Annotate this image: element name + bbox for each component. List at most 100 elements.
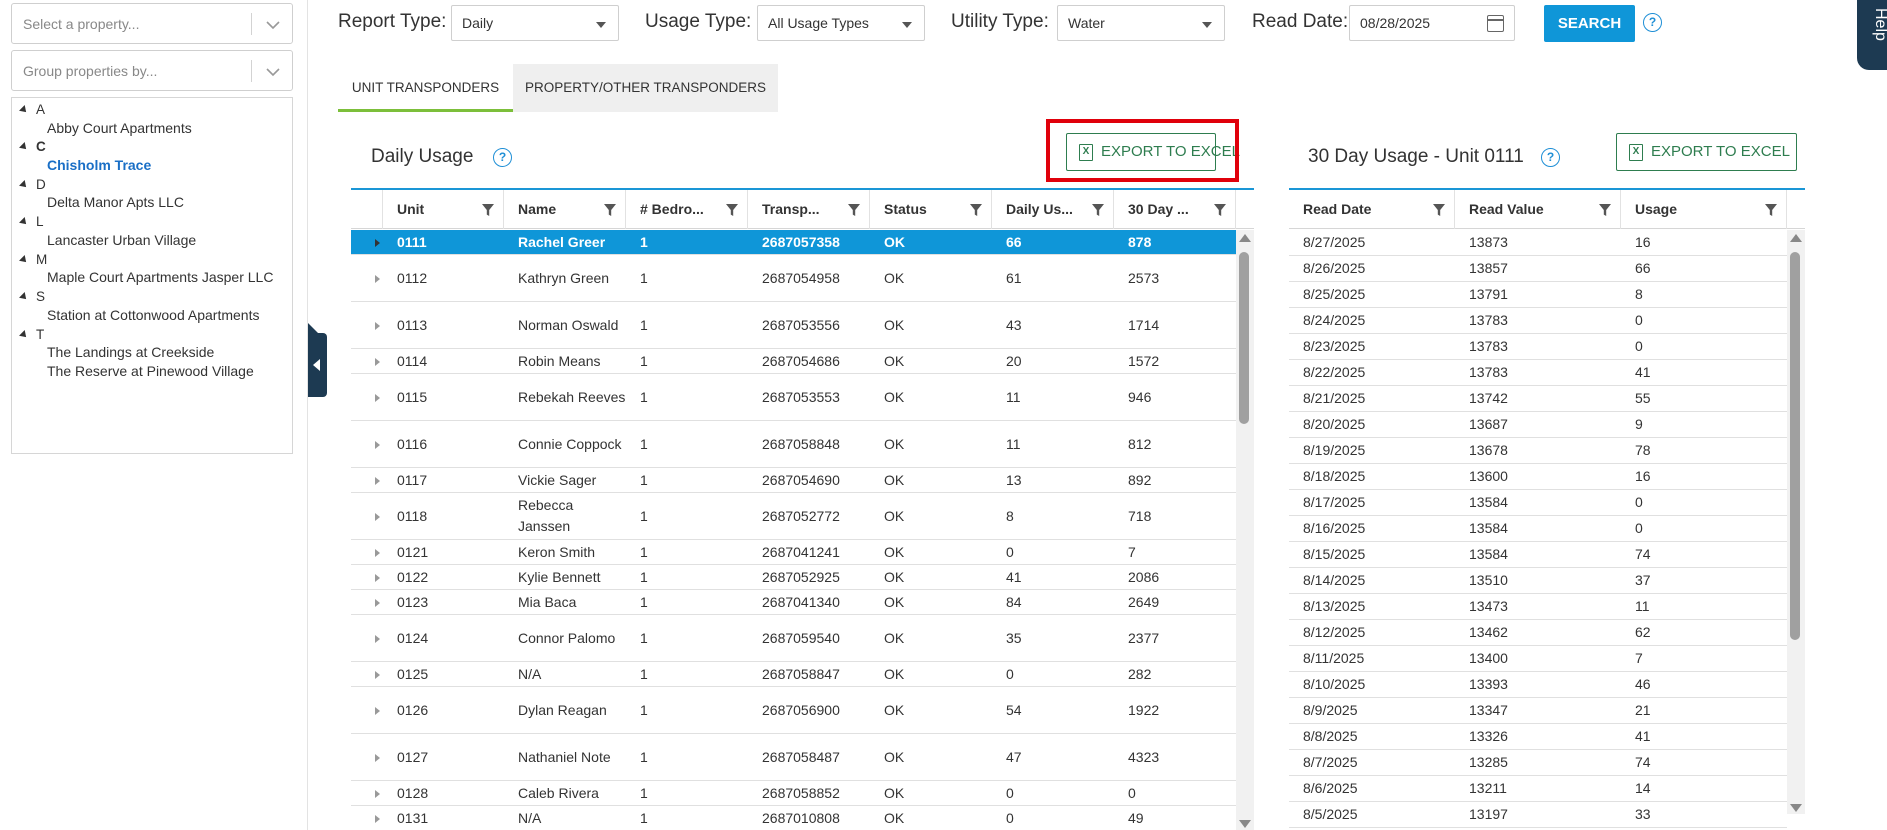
table-row[interactable]: 8/25/2025 13791 8 [1289, 282, 1787, 308]
report-type-select[interactable]: Daily [451, 5, 619, 41]
collapse-panel-button[interactable] [308, 323, 327, 397]
table-row[interactable]: 8/7/2025 13285 74 [1289, 750, 1787, 776]
chevron-down-icon[interactable] [264, 16, 282, 34]
expand-triangle-icon[interactable] [19, 292, 29, 302]
tree-group-header[interactable]: M [19, 252, 47, 267]
table-row[interactable]: 8/20/2025 13687 9 [1289, 412, 1787, 438]
table-row[interactable]: 0112 Kathryn Green 1 2687054958 OK 61 2573 [351, 255, 1236, 302]
table-row[interactable]: 0111 Rachel Greer 1 2687057358 OK 66 878 [351, 230, 1236, 255]
column-header[interactable]: Transp... [748, 190, 870, 229]
tree-group-header[interactable]: L [19, 214, 44, 229]
tab-unit-transponders[interactable]: UNIT TRANSPONDERS [338, 64, 513, 112]
filter-icon[interactable] [603, 203, 617, 217]
table-row[interactable]: 0113 Norman Oswald 1 2687053556 OK 43 1714 [351, 302, 1236, 349]
table-row[interactable]: 8/9/2025 13347 21 [1289, 698, 1787, 724]
table-row[interactable]: 8/5/2025 13197 33 [1289, 802, 1787, 828]
column-header[interactable]: Read Date [1289, 190, 1455, 229]
filter-icon[interactable] [1213, 203, 1227, 217]
utility-type-select[interactable]: Water [1057, 5, 1225, 41]
expand-row-icon[interactable] [375, 321, 380, 330]
expand-triangle-icon[interactable] [19, 330, 29, 340]
table-row[interactable]: 0117 Vickie Sager 1 2687054690 OK 13 892 [351, 468, 1236, 493]
tree-group-header[interactable]: S [19, 289, 45, 304]
scrollbar-thumb[interactable] [1239, 252, 1249, 424]
tree-property-item[interactable]: Chisholm Trace [47, 157, 151, 173]
expand-row-icon[interactable] [375, 753, 380, 762]
table-row[interactable]: 8/15/2025 13584 74 [1289, 542, 1787, 568]
scroll-up-icon[interactable] [1239, 234, 1251, 242]
table-row[interactable]: 8/21/2025 13742 55 [1289, 386, 1787, 412]
filter-icon[interactable] [1091, 203, 1105, 217]
tree-group-header[interactable]: A [19, 102, 45, 117]
table-row[interactable]: 8/8/2025 13326 41 [1289, 724, 1787, 750]
expand-triangle-icon[interactable] [19, 255, 29, 265]
filter-icon[interactable] [1764, 203, 1778, 217]
table-row[interactable]: 0121 Keron Smith 1 2687041241 OK 0 7 [351, 540, 1236, 565]
scroll-up-icon[interactable] [1790, 234, 1802, 242]
expand-row-icon[interactable] [375, 238, 380, 247]
tree-property-item[interactable]: Lancaster Urban Village [47, 232, 196, 248]
table-row[interactable]: 8/22/2025 13783 41 [1289, 360, 1787, 386]
filter-icon[interactable] [847, 203, 861, 217]
expand-row-icon[interactable] [375, 573, 380, 582]
tree-property-item[interactable]: Station at Cottonwood Apartments [47, 307, 259, 323]
column-header[interactable]: Daily Us... [992, 190, 1114, 229]
calendar-icon[interactable] [1487, 15, 1504, 32]
filter-icon[interactable] [725, 203, 739, 217]
table-row[interactable]: 8/24/2025 13783 0 [1289, 308, 1787, 334]
table-row[interactable]: 8/10/2025 13393 46 [1289, 672, 1787, 698]
table-row[interactable]: 0124 Connor Palomo 1 2687059540 OK 35 2377 [351, 615, 1236, 662]
usage-type-select[interactable]: All Usage Types [757, 5, 925, 41]
table-row[interactable]: 8/26/2025 13857 66 [1289, 256, 1787, 282]
search-button[interactable]: SEARCH [1544, 5, 1635, 42]
export-thirty-day-button[interactable]: X EXPORT TO EXCEL [1616, 133, 1797, 171]
table-row[interactable]: 8/27/2025 13873 16 [1289, 230, 1787, 256]
scroll-down-icon[interactable] [1239, 820, 1251, 828]
table-row[interactable]: 8/23/2025 13783 0 [1289, 334, 1787, 360]
expand-row-icon[interactable] [375, 814, 380, 823]
tree-group-header[interactable]: T [19, 327, 44, 342]
table-row[interactable]: 0118 Rebecca Janssen 1 2687052772 OK 8 718 [351, 493, 1236, 540]
expand-row-icon[interactable] [375, 706, 380, 715]
expand-row-icon[interactable] [375, 548, 380, 557]
tree-group-header[interactable]: D [19, 177, 46, 192]
help-icon[interactable]: ? [493, 148, 512, 167]
tree-group-header[interactable]: C [19, 139, 46, 154]
column-header[interactable]: Name [504, 190, 626, 229]
table-row[interactable]: 8/18/2025 13600 16 [1289, 464, 1787, 490]
column-header[interactable]: Usage [1621, 190, 1787, 229]
expand-row-icon[interactable] [375, 634, 380, 643]
group-by-select[interactable]: Group properties by... [11, 50, 293, 91]
filter-icon[interactable] [1432, 203, 1446, 217]
tab-property-other-transponders[interactable]: PROPERTY/OTHER TRANSPONDERS [513, 64, 778, 112]
table-row[interactable]: 8/16/2025 13584 0 [1289, 516, 1787, 542]
tree-property-item[interactable]: Abby Court Apartments [47, 120, 192, 136]
expand-row-icon[interactable] [375, 393, 380, 402]
tree-property-item[interactable]: Delta Manor Apts LLC [47, 194, 184, 210]
expand-row-icon[interactable] [375, 512, 380, 521]
table-row[interactable]: 0125 N/A 1 2687058847 OK 0 282 [351, 662, 1236, 687]
table-row[interactable]: 8/14/2025 13510 37 [1289, 568, 1787, 594]
expand-row-icon[interactable] [375, 789, 380, 798]
help-icon[interactable]: ? [1541, 148, 1560, 167]
tree-property-item[interactable]: The Landings at Creekside [47, 344, 214, 360]
column-header[interactable]: # Bedro... [626, 190, 748, 229]
vertical-scrollbar[interactable] [1236, 230, 1254, 830]
table-row[interactable]: 0115 Rebekah Reeves 1 2687053553 OK 11 946 [351, 374, 1236, 421]
tree-property-item[interactable]: Maple Court Apartments Jasper LLC [47, 269, 273, 285]
expand-triangle-icon[interactable] [19, 180, 29, 190]
column-header[interactable]: Status [870, 190, 992, 229]
table-row[interactable]: 0128 Caleb Rivera 1 2687058852 OK 0 0 [351, 781, 1236, 806]
expand-row-icon[interactable] [375, 274, 380, 283]
table-row[interactable]: 0126 Dylan Reagan 1 2687056900 OK 54 1922 [351, 687, 1236, 734]
table-row[interactable]: 8/17/2025 13584 0 [1289, 490, 1787, 516]
tree-property-item[interactable]: The Reserve at Pinewood Village [47, 363, 254, 379]
column-header[interactable]: Unit [383, 190, 504, 229]
table-row[interactable]: 8/11/2025 13400 7 [1289, 646, 1787, 672]
expand-row-icon[interactable] [375, 476, 380, 485]
table-row[interactable]: 0127 Nathaniel Note 1 2687058487 OK 47 4323 [351, 734, 1236, 781]
expand-triangle-icon[interactable] [19, 217, 29, 227]
table-row[interactable]: 8/19/2025 13678 78 [1289, 438, 1787, 464]
table-row[interactable]: 8/12/2025 13462 62 [1289, 620, 1787, 646]
chevron-down-icon[interactable] [264, 63, 282, 81]
